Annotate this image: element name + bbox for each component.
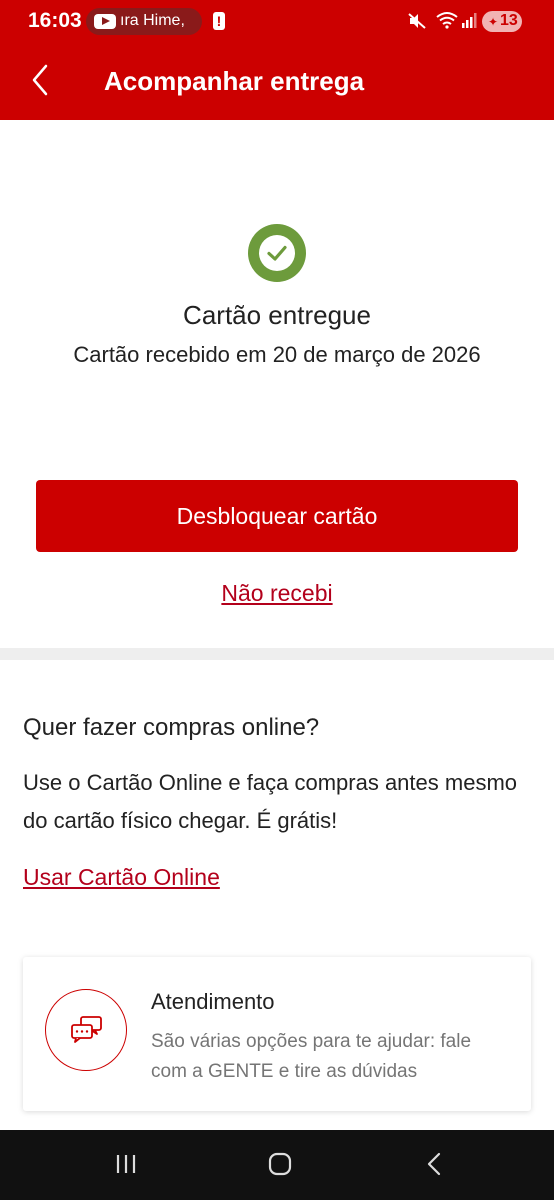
youtube-icon — [94, 14, 116, 29]
media-notification-text: ıra Hime, — [120, 12, 185, 29]
not-received-link[interactable]: Não recebi — [221, 580, 332, 606]
use-online-card-link[interactable]: Usar Cartão Online — [23, 864, 220, 891]
signal-icon — [462, 13, 477, 28]
system-navigation-bar — [0, 1130, 554, 1200]
page-title: Acompanhar entrega — [104, 66, 365, 96]
delivery-date-text: Cartão recebido em 20 de março de 2026 — [73, 342, 481, 367]
support-icon-frame — [45, 989, 127, 1071]
online-section-title: Quer fazer compras online? — [23, 714, 320, 741]
alert-icon: ! — [213, 12, 225, 30]
section-divider — [0, 648, 554, 660]
back-arrow-icon[interactable] — [28, 62, 58, 98]
support-description: São várias opções para te ajudar: fale c… — [151, 1031, 472, 1082]
status-time: 16:03 — [28, 9, 82, 32]
recent-apps-icon[interactable] — [114, 1153, 138, 1175]
online-section-description: Use o Cartão Online e faça compras antes… — [23, 770, 518, 833]
battery-indicator: ✦ 13 — [482, 11, 522, 32]
delivery-status-title: Cartão entregue — [183, 300, 371, 330]
support-title: Atendimento — [151, 989, 275, 1014]
wifi-icon — [436, 12, 458, 29]
unlock-card-button[interactable]: Desbloquear cartão — [36, 480, 518, 552]
system-back-icon[interactable] — [424, 1152, 444, 1176]
mute-icon — [408, 13, 426, 29]
check-circle-icon — [248, 224, 306, 282]
app-header: Acompanhar entrega — [0, 42, 554, 120]
home-icon[interactable] — [268, 1152, 292, 1176]
media-notification-pill[interactable]: ıra Hime, — [86, 8, 202, 35]
status-bar: 16:03 ıra Hime, ! ✦ 13 — [0, 0, 554, 42]
online-card-section: Quer fazer compras online? Use o Cartão … — [0, 660, 554, 1130]
battery-level: 13 — [500, 12, 518, 29]
chat-bubbles-icon — [70, 1015, 102, 1043]
support-card[interactable]: Atendimento São várias opções para te aj… — [23, 957, 531, 1111]
delivery-status-card: Cartão entregue Cartão recebido em 20 de… — [0, 120, 554, 648]
battery-saver-icon: ✦ — [488, 15, 499, 29]
